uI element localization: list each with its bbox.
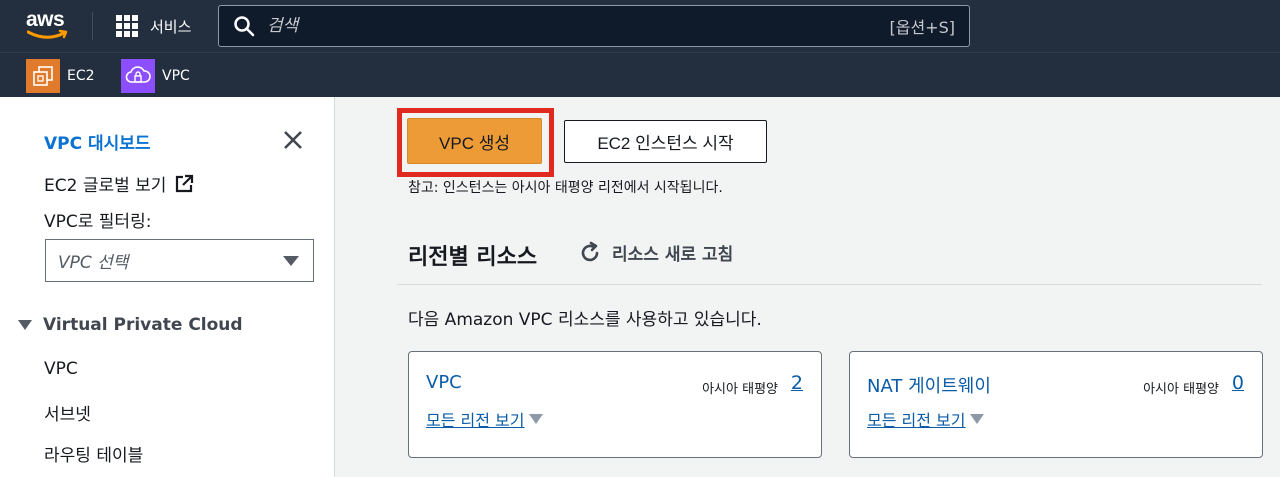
filter-by-vpc-label: VPC로 필터링: (44, 212, 152, 232)
create-vpc-button[interactable]: VPC 생성 (407, 118, 542, 164)
virtual-private-cloud-section-toggle[interactable]: Virtual Private Cloud (18, 315, 243, 335)
sidebar-item-route-tables[interactable]: 라우팅 테이블 (44, 441, 143, 466)
search-shortcut-hint: [옵션+S] (889, 18, 956, 37)
card-nat-all-regions-link[interactable]: 모든 리전 보기 (867, 407, 984, 431)
card-vpc-all-regions-link[interactable]: 모든 리전 보기 (426, 407, 543, 431)
sidebar-item-subnets[interactable]: 서브넷 (44, 400, 91, 425)
card-nat-all-regions-label: 모든 리전 보기 (867, 411, 966, 430)
search-bar[interactable]: [옵션+S] (218, 5, 970, 47)
card-vpc-count-link[interactable]: 2 (791, 372, 803, 394)
top-navigation: aws 서비스 [옵션+S] (0, 0, 1280, 52)
ec2-global-view-label: EC2 글로벌 보기 (44, 176, 167, 196)
favorite-ec2-label: EC2 (67, 68, 95, 84)
search-input[interactable] (267, 16, 890, 36)
services-label: 서비스 (150, 17, 192, 36)
aws-smile-icon (27, 29, 68, 39)
vpc-select-placeholder: VPC 선택 (58, 253, 129, 273)
sidebar-item-vpc[interactable]: VPC (44, 359, 78, 379)
grid-menu-icon (116, 15, 138, 37)
resource-card-nat-gateway: NAT 게이트웨이 아시아 태평양 0 모든 리전 보기 (849, 351, 1263, 458)
card-nat-title-link[interactable]: NAT 게이트웨이 (867, 372, 991, 398)
card-vpc-all-regions-label: 모든 리전 보기 (426, 411, 525, 430)
region-note: 참고: 인스턴스는 아시아 태평양 리전에서 시작됩니다. (408, 180, 723, 196)
card-nat-region: 아시아 태평양 (1143, 382, 1219, 397)
refresh-icon (581, 241, 599, 261)
favorites-bar: EC2 VPC (0, 52, 1280, 97)
external-link-icon (176, 174, 194, 192)
favorite-ec2[interactable]: EC2 (26, 59, 95, 93)
card-vpc-region: 아시아 태평양 (702, 382, 778, 397)
section-caret-down-icon (18, 320, 32, 330)
aws-logo[interactable]: aws (26, 9, 70, 41)
vpc-icon (121, 59, 155, 93)
section-title: Virtual Private Cloud (43, 315, 243, 335)
refresh-resources-button[interactable]: 리소스 새로 고침 (578, 240, 733, 265)
caret-down-icon (528, 414, 543, 424)
vpc-select-dropdown[interactable]: VPC 선택 (45, 239, 314, 282)
ec2-global-view-link[interactable]: EC2 글로벌 보기 (44, 171, 194, 196)
nav-divider (92, 12, 93, 40)
card-nat-count-link[interactable]: 0 (1232, 372, 1244, 394)
sidebar-title-vpc-dashboard[interactable]: VPC 대시보드 (44, 129, 151, 154)
favorite-vpc[interactable]: VPC (121, 59, 190, 93)
card-vpc-title-link[interactable]: VPC (426, 372, 462, 393)
aws-logo-text: aws (26, 8, 65, 31)
section-divider (397, 284, 1262, 285)
launch-ec2-instance-button[interactable]: EC2 인스턴스 시작 (564, 120, 767, 163)
using-resources-text: 다음 Amazon VPC 리소스를 사용하고 있습니다. (408, 310, 762, 330)
caret-down-icon (283, 255, 299, 266)
services-menu-button[interactable]: 서비스 (116, 14, 191, 38)
resources-by-region-title: 리전별 리소스 (408, 245, 538, 270)
caret-down-icon (969, 414, 984, 424)
refresh-resources-label: 리소스 새로 고침 (612, 245, 734, 265)
ec2-icon (26, 59, 60, 93)
close-icon[interactable] (281, 128, 305, 152)
sidebar: VPC 대시보드 EC2 글로벌 보기 VPC로 필터링: VPC 선택 Vir… (0, 97, 335, 477)
search-icon (234, 16, 255, 37)
favorite-vpc-label: VPC (162, 68, 190, 84)
resource-card-vpc: VPC 아시아 태평양 2 모든 리전 보기 (408, 351, 822, 458)
